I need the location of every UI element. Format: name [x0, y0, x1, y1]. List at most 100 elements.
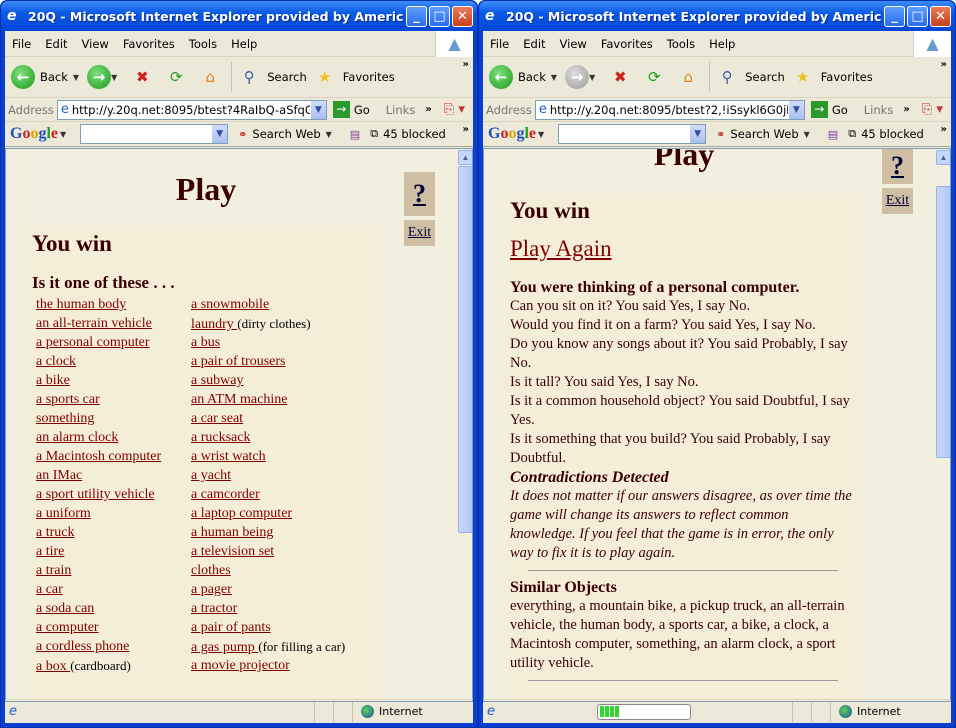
go-button[interactable]: Go — [832, 103, 848, 117]
links-overflow-icon[interactable]: » — [903, 104, 909, 115]
search-icon[interactable]: ⚲ — [716, 65, 738, 89]
links-overflow-icon[interactable]: » — [425, 104, 431, 115]
menu-edit[interactable]: Edit — [38, 37, 74, 51]
news-icon[interactable]: ▤ — [350, 128, 360, 141]
binoculars-icon[interactable]: ⚭ — [716, 128, 725, 141]
popup-blocker-icon[interactable]: ⧉ — [848, 127, 856, 141]
title-bar[interactable]: e 20Q - Microsoft Internet Explorer prov… — [479, 1, 955, 31]
search-web-button[interactable]: Search Web — [730, 127, 798, 141]
refresh-icon[interactable]: ⟳ — [165, 65, 187, 89]
forward-button[interactable]: → — [87, 65, 112, 89]
links-button[interactable]: Links — [386, 103, 416, 117]
pdf-icon[interactable]: ⎘ ▾ — [922, 102, 943, 117]
guess-link[interactable]: a cordless phone — [36, 639, 129, 654]
guess-link[interactable]: a tractor — [191, 601, 237, 616]
back-dropdown-icon[interactable]: ▼ — [551, 73, 557, 82]
help-button[interactable]: ? — [882, 149, 913, 184]
go-arrow-icon[interactable]: → — [332, 101, 350, 118]
popup-blocked-count[interactable]: 45 blocked — [861, 127, 924, 141]
guess-link[interactable]: a train — [36, 563, 71, 578]
guess-link[interactable]: a pair of pants — [191, 620, 271, 635]
address-input[interactable]: e http://y.20q.net:8095/btest?4RaIbQ-aSf… — [56, 99, 327, 120]
google-overflow-icon[interactable]: » — [941, 124, 947, 135]
popup-blocked-count[interactable]: 45 blocked — [383, 127, 446, 141]
guess-link[interactable]: a personal computer — [36, 335, 150, 350]
guess-link[interactable]: a truck — [36, 525, 74, 540]
guess-link[interactable]: a human being — [191, 525, 273, 540]
menu-help[interactable]: Help — [224, 37, 264, 51]
toolbar-overflow-icon[interactable]: » — [463, 59, 469, 70]
scroll-thumb[interactable] — [458, 166, 472, 533]
close-button[interactable]: ✕ — [930, 5, 951, 27]
guess-link[interactable]: laundry — [191, 317, 237, 332]
help-button[interactable]: ? — [404, 172, 435, 216]
guess-link[interactable]: a snowmobile — [191, 297, 269, 312]
guess-link[interactable]: a sport utility vehicle — [36, 487, 155, 502]
stop-icon[interactable]: ✖ — [131, 65, 153, 89]
menu-file[interactable]: File — [483, 37, 516, 51]
favorites-button[interactable]: Favorites — [343, 70, 395, 84]
search-icon[interactable]: ⚲ — [238, 65, 260, 89]
guess-link[interactable]: a car seat — [191, 411, 243, 426]
favorites-star-icon[interactable]: ★ — [792, 65, 814, 89]
exit-button[interactable]: Exit — [882, 188, 913, 214]
guess-link[interactable]: the human body — [36, 297, 126, 312]
guess-link[interactable]: a pager — [191, 582, 232, 597]
search-button[interactable]: Search — [745, 70, 785, 84]
pdf-icon[interactable]: ⎘ ▾ — [444, 102, 465, 117]
menu-view[interactable]: View — [75, 37, 116, 51]
scroll-up-button[interactable]: ▲ — [458, 150, 472, 165]
menu-help[interactable]: Help — [702, 37, 742, 51]
refresh-icon[interactable]: ⟳ — [643, 65, 665, 89]
guess-link[interactable]: a wrist watch — [191, 449, 266, 464]
menu-tools[interactable]: Tools — [660, 37, 702, 51]
guess-link[interactable]: a laptop computer — [191, 506, 292, 521]
search-button[interactable]: Search — [267, 70, 307, 84]
forward-dropdown-icon[interactable]: ▼ — [111, 73, 117, 82]
google-search-input[interactable]: ▼ — [80, 124, 229, 144]
scroll-thumb[interactable] — [936, 186, 950, 458]
guess-link[interactable]: a sports car — [36, 392, 100, 407]
menu-tools[interactable]: Tools — [182, 37, 224, 51]
toolbar-overflow-icon[interactable]: » — [941, 59, 947, 70]
favorites-button[interactable]: Favorites — [821, 70, 873, 84]
guess-link[interactable]: a car — [36, 582, 63, 597]
address-input[interactable]: e http://y.20q.net:8095/btest?2,!iSsykl6… — [534, 99, 805, 120]
popup-blocker-icon[interactable]: ⧉ — [370, 127, 378, 141]
go-arrow-icon[interactable]: → — [810, 101, 828, 118]
guess-link[interactable]: a uniform — [36, 506, 91, 521]
google-logo[interactable]: Google — [10, 125, 58, 143]
search-web-dropdown-icon[interactable]: ▼ — [804, 130, 810, 139]
guess-link[interactable]: a subway — [191, 373, 244, 388]
menu-edit[interactable]: Edit — [516, 37, 552, 51]
google-dropdown-icon[interactable]: ▼ — [211, 125, 228, 143]
guess-link[interactable]: a yacht — [191, 468, 231, 483]
guess-link[interactable]: a computer — [36, 620, 99, 635]
guess-link[interactable]: a soda can — [36, 601, 94, 616]
guess-link[interactable]: a bus — [191, 335, 220, 350]
back-button[interactable]: Back — [40, 70, 68, 84]
back-button[interactable]: Back — [518, 70, 546, 84]
binoculars-icon[interactable]: ⚭ — [238, 128, 247, 141]
guess-link[interactable]: clothes — [191, 563, 231, 578]
guess-link[interactable]: something — [36, 411, 94, 426]
scroll-up-button[interactable]: ▲ — [936, 150, 950, 165]
maximize-button[interactable]: □ — [907, 5, 928, 27]
minimize-button[interactable]: _ — [406, 5, 427, 27]
search-web-dropdown-icon[interactable]: ▼ — [326, 130, 332, 139]
google-menu-icon[interactable]: ▼ — [60, 130, 66, 139]
menu-view[interactable]: View — [553, 37, 594, 51]
guess-link[interactable]: a rucksack — [191, 430, 250, 445]
guess-link[interactable]: a television set — [191, 544, 274, 559]
menu-favorites[interactable]: Favorites — [594, 37, 660, 51]
guess-link[interactable]: a camcorder — [191, 487, 260, 502]
menu-file[interactable]: File — [5, 37, 38, 51]
minimize-button[interactable]: _ — [884, 5, 905, 27]
forward-dropdown-icon[interactable]: ▼ — [589, 73, 595, 82]
maximize-button[interactable]: □ — [429, 5, 450, 27]
guess-link[interactable]: a pair of trousers — [191, 354, 285, 369]
guess-link[interactable]: a gas pump — [191, 640, 258, 655]
google-dropdown-icon[interactable]: ▼ — [689, 125, 706, 143]
stop-icon[interactable]: ✖ — [609, 65, 631, 89]
guess-link[interactable]: a movie projector — [191, 658, 290, 673]
